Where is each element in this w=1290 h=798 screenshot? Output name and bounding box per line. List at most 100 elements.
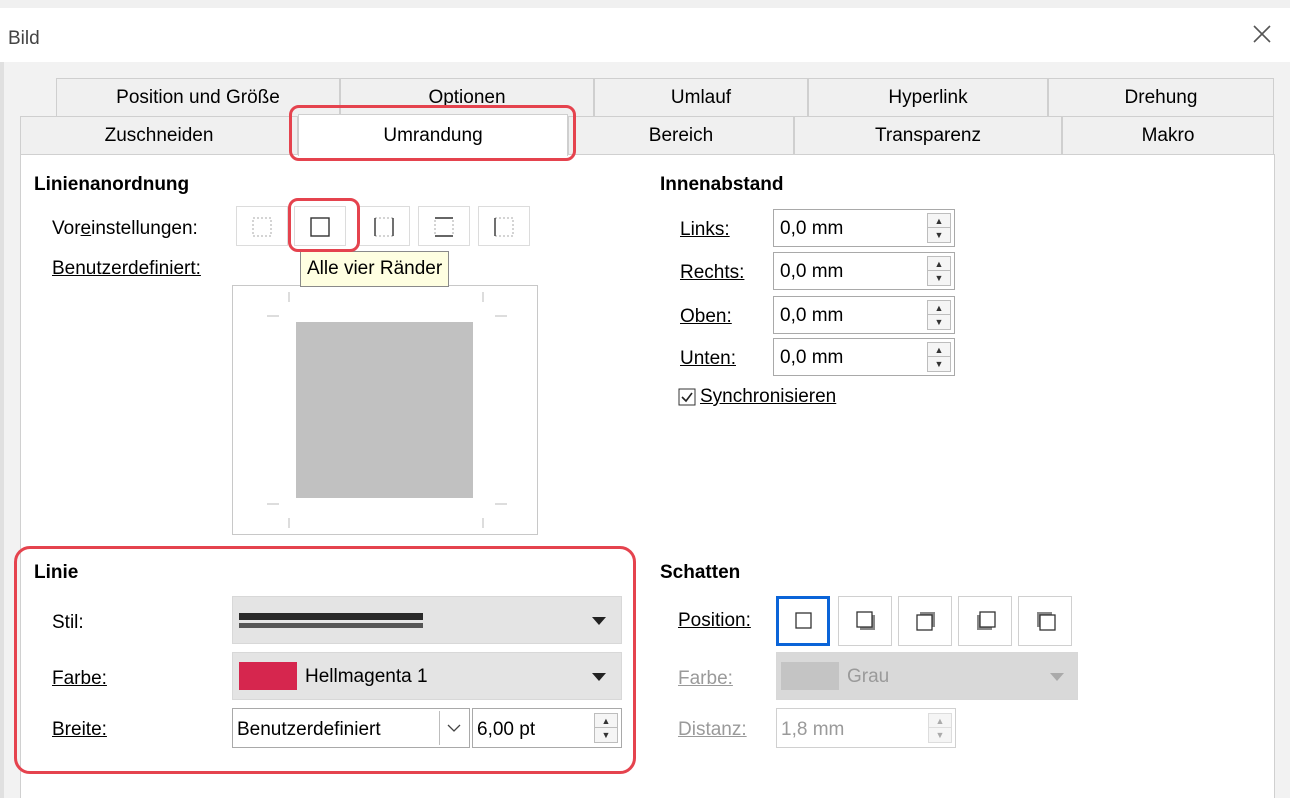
background-strip	[0, 0, 1290, 8]
window-title: Bild	[8, 28, 40, 49]
tab-umlauf[interactable]: Umlauf	[594, 78, 808, 116]
line-width-label: Breite:	[52, 719, 107, 740]
all-borders-icon	[310, 217, 330, 237]
shadow-top-left-button[interactable]	[1018, 596, 1072, 646]
shadow-distance-spinner[interactable]: 1,8 mm ▲ ▼	[776, 708, 956, 748]
shadow-top-left-icon	[1037, 612, 1056, 631]
tab-drehung[interactable]: Drehung	[1048, 78, 1274, 116]
shadow-bottom-left-icon	[977, 611, 996, 630]
line-style-label: Stil:	[52, 612, 84, 633]
tab-hyperlink[interactable]: Hyperlink	[808, 78, 1048, 116]
sync-checkbox[interactable]: Synchronisieren	[678, 386, 836, 408]
spinner-value: 0,0 mm	[780, 305, 844, 326]
shadow-top-right-button[interactable]	[898, 596, 952, 646]
tab-label: Zuschneiden	[104, 124, 214, 146]
line-color-dropdown[interactable]: Hellmagenta 1	[232, 652, 622, 700]
spin-down-icon[interactable]: ▼	[928, 228, 950, 242]
line-width-preset-select[interactable]: Benutzerdefiniert	[232, 708, 470, 748]
shadow-color-value: Grau	[847, 666, 890, 687]
access-key: e	[80, 218, 92, 239]
padding-left-spinner[interactable]: 0,0 mm ▲ ▼	[773, 209, 955, 247]
left-right-borders-icon	[374, 217, 394, 237]
shadow-top-right-icon	[916, 612, 935, 631]
spin-buttons[interactable]: ▲ ▼	[927, 342, 951, 372]
spin-down-icon[interactable]: ▼	[928, 271, 950, 285]
spin-up-icon[interactable]: ▲	[928, 257, 950, 271]
padding-bottom-spinner[interactable]: 0,0 mm ▲ ▼	[773, 338, 955, 376]
shadow-bottom-left-button[interactable]	[958, 596, 1012, 646]
tab-bereich[interactable]: Bereich	[568, 116, 794, 154]
shadow-none-button[interactable]	[776, 596, 830, 646]
preset-left-border-button[interactable]	[478, 206, 530, 246]
tab-zuschneiden[interactable]: Zuschneiden	[20, 116, 298, 154]
padding-left-label: Links:	[680, 219, 730, 240]
tab-label: Umrandung	[383, 124, 483, 146]
spin-buttons[interactable]: ▲ ▼	[594, 713, 618, 743]
spin-up-icon[interactable]: ▲	[928, 301, 950, 315]
preset-no-borders-button[interactable]	[236, 206, 288, 246]
tab-label: Position und Größe	[116, 86, 280, 108]
shadow-position-label: Position:	[678, 610, 751, 631]
chevron-down-icon[interactable]	[439, 711, 467, 745]
spin-buttons[interactable]: ▲ ▼	[927, 300, 951, 330]
spin-down-icon[interactable]: ▼	[928, 357, 950, 371]
line-color-label: Farbe:	[52, 668, 107, 689]
chevron-down-icon	[1050, 673, 1064, 681]
tab-transparenz[interactable]: Transparenz	[794, 116, 1062, 154]
tab-label: Umlauf	[670, 86, 732, 108]
spin-buttons[interactable]: ▲ ▼	[927, 256, 951, 286]
shadow-heading: Schatten	[660, 562, 741, 583]
padding-top-label: Oben:	[680, 306, 732, 327]
spin-down-icon[interactable]: ▼	[928, 315, 950, 329]
tab-label: Transparenz	[875, 124, 981, 146]
padding-right-spinner[interactable]: 0,0 mm ▲ ▼	[773, 252, 955, 290]
tab-umrandung[interactable]: Umrandung	[298, 114, 568, 156]
close-icon[interactable]	[1248, 20, 1276, 48]
spin-down-icon[interactable]: ▼	[929, 728, 951, 742]
spinner-value: 1,8 mm	[781, 719, 845, 740]
tooltip: Alle vier Ränder	[300, 251, 450, 287]
shadow-color-dropdown[interactable]: Grau	[776, 652, 1078, 700]
shadow-bottom-right-button[interactable]	[838, 596, 892, 646]
no-borders-icon	[252, 217, 272, 237]
presets-label: Voreinstellungen:	[52, 218, 198, 239]
spin-up-icon[interactable]: ▲	[928, 214, 950, 228]
spin-down-icon[interactable]: ▼	[595, 728, 617, 742]
padding-heading: Innenabstand	[660, 174, 784, 195]
tab-makro[interactable]: Makro	[1062, 116, 1274, 154]
spin-up-icon[interactable]: ▲	[595, 714, 617, 728]
line-color-value: Hellmagenta 1	[305, 666, 428, 687]
preset-all-borders-button[interactable]	[294, 206, 346, 246]
line-width-spinner[interactable]: 6,00 pt ▲ ▼	[472, 708, 622, 748]
spin-up-icon[interactable]: ▲	[929, 714, 951, 728]
preset-top-bottom-borders-button[interactable]	[418, 206, 470, 246]
shadow-distance-label: Distanz:	[678, 719, 747, 740]
title-bar	[0, 8, 1290, 62]
top-bottom-borders-icon	[434, 217, 454, 237]
preset-left-right-borders-button[interactable]	[358, 206, 410, 246]
spin-buttons[interactable]: ▲ ▼	[928, 713, 952, 743]
tab-panel	[20, 154, 1275, 798]
tab-label: Drehung	[1124, 86, 1198, 108]
line-style-dropdown[interactable]	[232, 596, 622, 644]
chevron-down-icon	[592, 617, 606, 625]
tab-label: Bereich	[648, 124, 714, 146]
spinner-value: 6,00 pt	[477, 719, 536, 740]
checkbox-checked-icon	[678, 388, 696, 406]
tab-label: Hyperlink	[888, 86, 968, 108]
line-heading: Linie	[34, 562, 79, 583]
tab-label: Makro	[1141, 124, 1195, 146]
spinner-value: 0,0 mm	[780, 218, 844, 239]
spin-buttons[interactable]: ▲ ▼	[927, 213, 951, 243]
padding-top-spinner[interactable]: 0,0 mm ▲ ▼	[773, 296, 955, 334]
spin-up-icon[interactable]: ▲	[928, 343, 950, 357]
preview-object	[296, 322, 473, 498]
tab-optionen[interactable]: Optionen	[340, 78, 594, 116]
padding-right-label: Rechts:	[680, 262, 745, 283]
tab-position-und-groesse[interactable]: Position und Größe	[56, 78, 340, 116]
tab-label: Optionen	[428, 86, 506, 108]
spinner-value: 0,0 mm	[780, 261, 844, 282]
color-swatch	[781, 662, 839, 690]
chevron-down-icon	[592, 673, 606, 681]
no-shadow-icon	[795, 612, 812, 629]
